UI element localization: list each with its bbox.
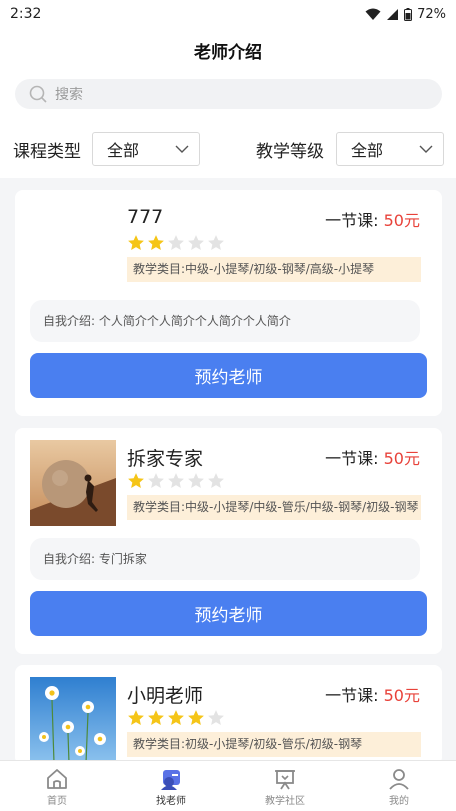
self-intro: 自我介绍: 专门拆家: [30, 538, 420, 580]
level-select[interactable]: 全部: [336, 132, 444, 166]
star-filled-icon: [128, 473, 144, 488]
teacher-name: 拆家专家: [127, 448, 204, 470]
teaching-categories: 教学类目:中级-小提琴/初级-钢琴/高级-小提琴: [127, 257, 421, 282]
community-icon: [275, 770, 295, 790]
level-value: 全部: [351, 141, 384, 160]
star-filled-icon: [128, 235, 144, 250]
teacher-avatar: [30, 677, 116, 763]
level-label: 教学等级: [256, 142, 324, 162]
teacher-name: 777: [127, 206, 164, 228]
teacher-card: 小明老师 一节课: 50元 教学类目:初级-小提琴/初级-管乐/初级-钢琴: [15, 665, 442, 765]
status-icons: 72%: [365, 7, 446, 22]
tab-label: 教学社区: [265, 796, 305, 807]
star-empty-icon: [168, 235, 184, 250]
teaching-categories: 教学类目:初级-小提琴/初级-管乐/初级-钢琴: [127, 732, 421, 757]
tab-label: 我的: [389, 796, 409, 807]
price-value: 50元: [383, 449, 420, 468]
filter-row: 课程类型 全部 教学等级 全部: [0, 130, 456, 168]
star-filled-icon: [128, 710, 144, 725]
star-empty-icon: [148, 473, 164, 488]
course-type-value: 全部: [107, 141, 140, 160]
rating-stars: [127, 709, 225, 727]
search-bar[interactable]: 搜索: [15, 79, 442, 109]
teacher-card: 拆家专家 一节课: 50元 教学类目:中级-小提琴/中级-管乐/中级-钢琴/初级…: [15, 428, 442, 654]
find-teacher-icon: [161, 770, 180, 790]
star-empty-icon: [188, 473, 204, 488]
search-icon: [29, 85, 47, 103]
status-bar: 2:32 72%: [0, 0, 456, 28]
price-value: 50元: [383, 211, 420, 230]
battery-icon: [404, 7, 413, 21]
bottom-tab-bar: 首页 找老师 教学社区 我的: [0, 760, 456, 811]
rating-stars: [127, 472, 225, 490]
star-filled-icon: [188, 710, 204, 725]
tab-label: 首页: [47, 796, 67, 807]
star-empty-icon: [208, 235, 224, 250]
chevron-down-icon: [419, 145, 433, 153]
tab-label: 找老师: [156, 796, 186, 807]
top-area: 2:32 72% 老师介绍 搜索 课程类型 全部 教学等级 全部: [0, 0, 456, 178]
course-type-label: 课程类型: [13, 142, 81, 162]
star-empty-icon: [168, 473, 184, 488]
signal-icon: [387, 8, 399, 20]
tab-find-teacher[interactable]: 找老师: [114, 761, 228, 811]
book-teacher-button[interactable]: 预约老师: [30, 591, 427, 636]
status-time: 2:32: [10, 6, 42, 22]
course-type-select[interactable]: 全部: [92, 132, 200, 166]
teacher-card: 777 一节课: 50元 教学类目:中级-小提琴/初级-钢琴/高级-小提琴 自我…: [15, 190, 442, 416]
lesson-price: 一节课: 50元: [325, 449, 420, 468]
teacher-avatar: [30, 440, 116, 526]
tab-community[interactable]: 教学社区: [228, 761, 342, 811]
home-icon: [47, 769, 67, 789]
search-input[interactable]: 搜索: [55, 84, 83, 104]
price-value: 50元: [383, 686, 420, 705]
star-empty-icon: [208, 473, 224, 488]
daisies-image: [30, 677, 116, 763]
self-intro: 自我介绍: 个人简介个人简介个人简介个人简介: [30, 300, 420, 342]
teaching-categories: 教学类目:中级-小提琴/中级-管乐/中级-钢琴/初级-钢琴: [127, 495, 421, 520]
star-filled-icon: [168, 710, 184, 725]
lesson-price: 一节课: 50元: [325, 686, 420, 705]
teacher-name: 小明老师: [127, 685, 204, 707]
star-empty-icon: [208, 710, 224, 725]
chevron-down-icon: [175, 145, 189, 153]
rating-stars: [127, 234, 225, 252]
battery-level: 72%: [417, 6, 446, 22]
wifi-icon: [365, 8, 381, 20]
book-teacher-button[interactable]: 预约老师: [30, 353, 427, 398]
profile-icon: [389, 769, 409, 790]
star-filled-icon: [148, 235, 164, 250]
star-empty-icon: [188, 235, 204, 250]
lesson-price: 一节课: 50元: [325, 211, 420, 230]
tab-home[interactable]: 首页: [0, 761, 114, 811]
page-title: 老师介绍: [194, 42, 262, 63]
star-filled-icon: [148, 710, 164, 725]
tab-profile[interactable]: 我的: [342, 761, 456, 811]
boulder-image: [30, 440, 116, 526]
